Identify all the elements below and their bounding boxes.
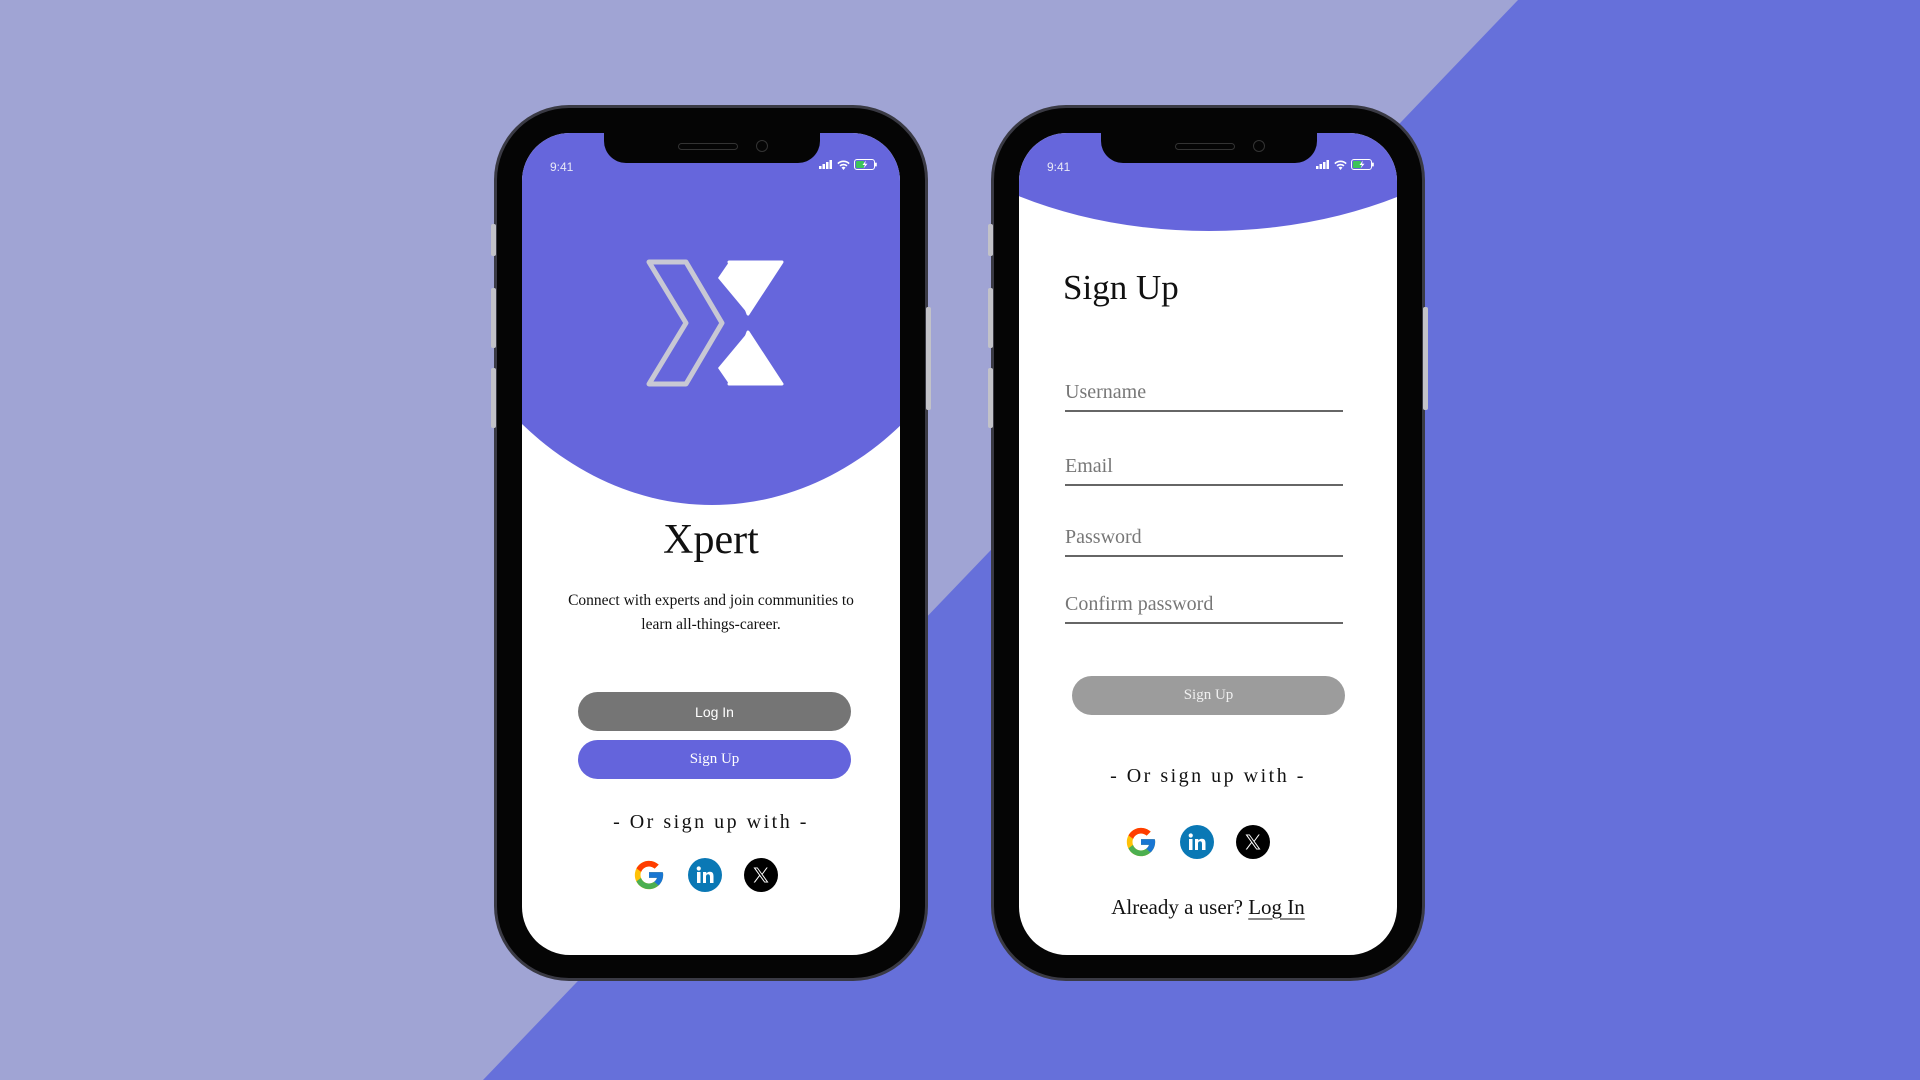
password-field: [1065, 526, 1343, 557]
battery-charging-icon: [1351, 159, 1374, 170]
social-buttons: [1124, 825, 1270, 859]
xpert-logo: [646, 259, 784, 387]
login-link[interactable]: Log In: [1248, 895, 1305, 919]
google-signin-button[interactable]: [1124, 825, 1158, 859]
page-title: Sign Up: [1063, 268, 1179, 307]
linkedin-icon: [1188, 833, 1206, 850]
password-input[interactable]: [1065, 526, 1343, 557]
x-signin-button[interactable]: [1236, 825, 1270, 859]
social-buttons: [632, 858, 778, 892]
status-time: 9:41: [1047, 160, 1071, 174]
linkedin-icon: [696, 866, 714, 883]
volume-up-button: [988, 288, 993, 348]
tagline-line-2: learn all-things-career.: [641, 616, 781, 633]
power-button: [1423, 307, 1428, 410]
confirm-password-input[interactable]: [1065, 593, 1343, 624]
notch: [604, 133, 820, 163]
status-icons: [819, 159, 878, 170]
phone-signup: 9:41 Sign Up Sign Up - Or sign up with -: [988, 108, 1428, 978]
google-icon: [1126, 827, 1156, 857]
volume-up-button: [491, 288, 496, 348]
battery-charging-icon: [854, 159, 877, 170]
wifi-icon: [1334, 160, 1347, 170]
status-time: 9:41: [550, 160, 574, 174]
app-name: Xpert: [663, 517, 759, 563]
username-input[interactable]: [1065, 381, 1343, 412]
linkedin-signin-button[interactable]: [1180, 825, 1214, 859]
tagline-line-1: Connect with experts and join communitie…: [568, 592, 854, 609]
welcome-screen: 9:41 Xpert Connect with experts and join…: [522, 133, 900, 955]
mute-switch: [491, 224, 496, 256]
social-prompt: - Or sign up with -: [1110, 765, 1306, 787]
already-user-text: Already a user?: [1111, 895, 1243, 919]
email-input[interactable]: [1065, 455, 1343, 486]
signal-icon: [1316, 160, 1329, 169]
google-signin-button[interactable]: [632, 858, 666, 892]
signup-screen: 9:41 Sign Up Sign Up - Or sign up with -: [1019, 133, 1397, 955]
already-user-row: Already a user? Log In: [1019, 895, 1397, 920]
google-icon: [634, 860, 664, 890]
mute-switch: [988, 224, 993, 256]
background: [0, 0, 1920, 1080]
x-icon: [753, 867, 769, 883]
username-field: [1065, 381, 1343, 412]
email-field: [1065, 455, 1343, 486]
x-icon: [1245, 834, 1261, 850]
phone-welcome: 9:41 Xpert Connect with experts and join…: [491, 108, 931, 978]
tagline: Connect with experts and join communitie…: [542, 589, 880, 637]
login-button[interactable]: Log In: [578, 692, 851, 731]
wifi-icon: [837, 160, 850, 170]
notch: [1101, 133, 1317, 163]
signup-button[interactable]: Sign Up: [578, 740, 851, 779]
signal-icon: [819, 160, 832, 169]
volume-down-button: [988, 368, 993, 428]
social-prompt: - Or sign up with -: [613, 811, 809, 833]
power-button: [926, 307, 931, 410]
signup-submit-button[interactable]: Sign Up: [1072, 676, 1345, 715]
x-signin-button[interactable]: [744, 858, 778, 892]
confirm-password-field: [1065, 593, 1343, 624]
volume-down-button: [491, 368, 496, 428]
linkedin-signin-button[interactable]: [688, 858, 722, 892]
status-icons: [1316, 159, 1375, 170]
